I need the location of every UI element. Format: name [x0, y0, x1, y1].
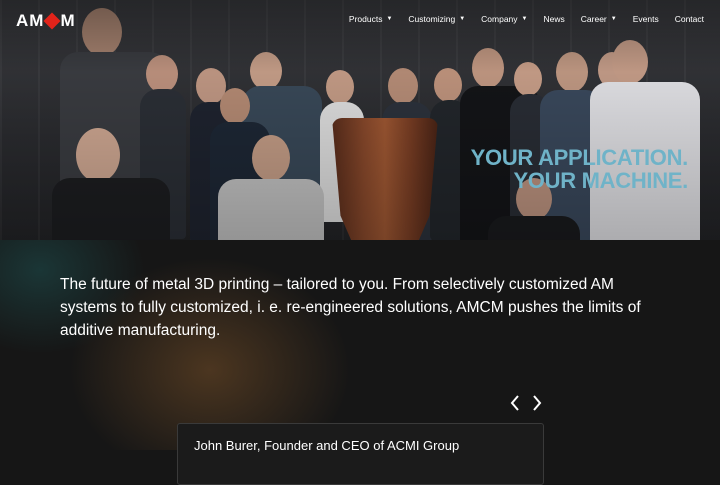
amcm-logo[interactable]: AM M — [16, 11, 76, 31]
hero-banner: AM M Products ▼ Customizing ▼ Company ▼ … — [0, 0, 720, 240]
logo-text-right: M — [60, 11, 76, 30]
chevron-down-icon: ▼ — [610, 16, 617, 22]
nav-item-products[interactable]: Products ▼ — [349, 14, 393, 24]
nav-item-career[interactable]: Career ▼ — [581, 14, 617, 24]
hero-tagline-line1: YOUR APPLICATION. — [470, 145, 689, 170]
chevron-down-icon: ▼ — [386, 16, 393, 22]
nav-item-events[interactable]: Events — [633, 14, 659, 24]
hero-tagline: YOUR APPLICATION. YOUR MACHINE. — [470, 145, 689, 193]
carousel-prev-button[interactable] — [508, 393, 522, 413]
nav-item-label: Company — [481, 14, 518, 24]
nav-item-label: Contact — [674, 14, 704, 24]
logo-diamond-icon — [43, 12, 61, 30]
chevron-right-icon — [533, 395, 542, 411]
intro-section: The future of metal 3D printing – tailor… — [0, 240, 720, 485]
testimonial-author: John Burer, Founder and CEO of ACMI Grou… — [194, 438, 460, 453]
chevron-down-icon: ▼ — [459, 16, 466, 22]
nav-item-label: Events — [632, 14, 659, 24]
hero-tagline-line2: YOUR MACHINE. — [513, 168, 688, 193]
nav-item-company[interactable]: Company ▼ — [481, 14, 527, 24]
testimonial-carousel-controls — [508, 393, 544, 413]
main-nav: Products ▼ Customizing ▼ Company ▼ News … — [349, 14, 704, 24]
nav-item-label: Products — [348, 14, 383, 24]
nav-item-news[interactable]: News — [544, 14, 565, 24]
nav-item-contact[interactable]: Contact — [675, 14, 704, 24]
nav-item-label: Career — [580, 14, 607, 24]
testimonial-card: John Burer, Founder and CEO of ACMI Grou… — [177, 423, 544, 485]
nav-item-label: Customizing — [408, 14, 456, 24]
logo-text-left: AM — [16, 11, 45, 30]
hero-photo-overlay — [0, 0, 720, 240]
intro-text: The future of metal 3D printing – tailor… — [60, 276, 641, 339]
chevron-down-icon: ▼ — [521, 16, 528, 22]
chevron-left-icon — [510, 395, 519, 411]
nav-item-customizing[interactable]: Customizing ▼ — [408, 14, 465, 24]
carousel-next-button[interactable] — [530, 393, 544, 413]
nav-item-label: News — [543, 14, 565, 24]
